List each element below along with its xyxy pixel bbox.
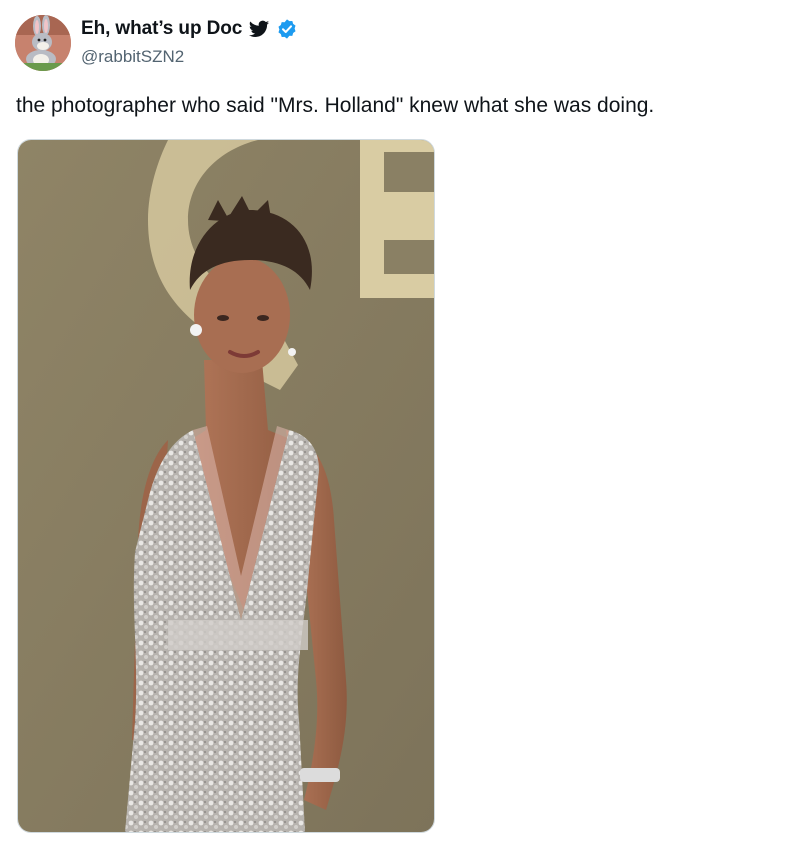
photo-woman-sequin-gown <box>18 140 434 832</box>
verified-badge-icon <box>276 18 298 40</box>
display-name[interactable]: Eh, what’s up Doc <box>81 18 242 40</box>
avatar-image <box>15 15 71 71</box>
tweet-photo[interactable] <box>17 139 435 833</box>
bird-icon <box>248 18 270 40</box>
handle[interactable]: @rabbitSZN2 <box>81 47 184 67</box>
avatar[interactable] <box>15 15 71 71</box>
tweet-text: the photographer who said "Mrs. Holland"… <box>16 94 655 117</box>
author-row: Eh, what’s up Doc <box>81 18 298 40</box>
